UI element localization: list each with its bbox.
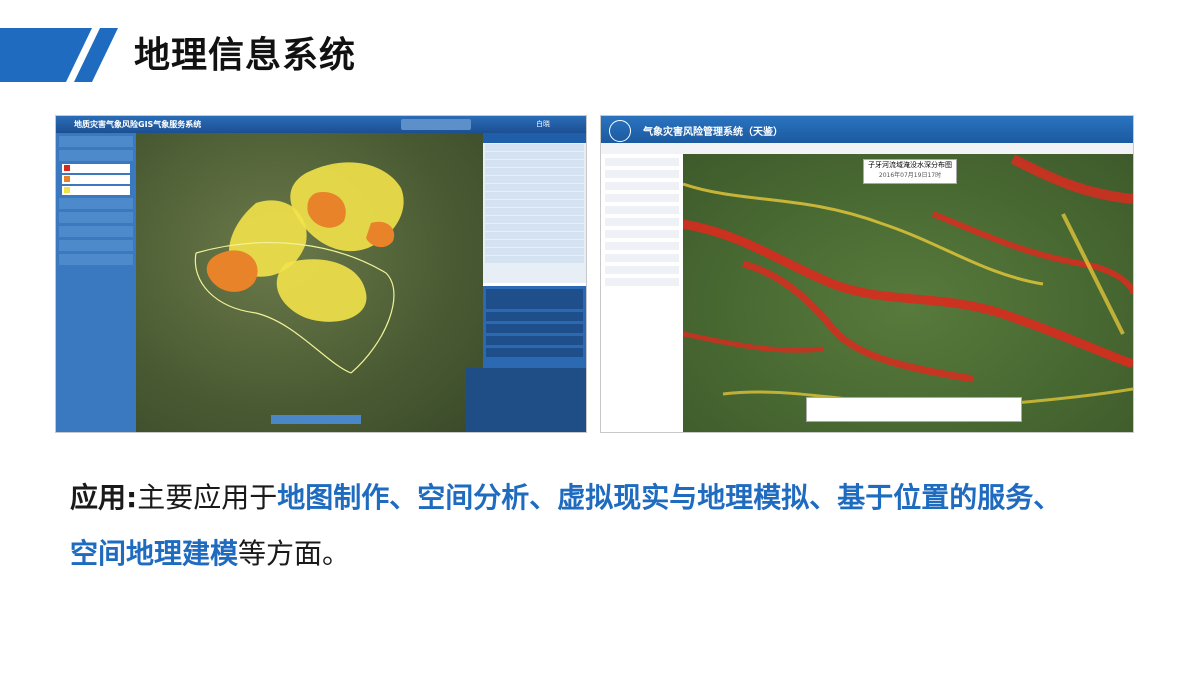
title-accent-bar <box>0 28 118 82</box>
description-highlight: 地图制作、空间分析、虚拟现实与地理模拟、基于位置的服务、 <box>277 481 1062 514</box>
legend-swatch-red <box>64 165 70 171</box>
app-header: 地质灾害气象风险GIS气象服务系统 白晓 <box>56 116 586 133</box>
slide-title: 地理信息系统 <box>134 35 357 76</box>
map-pager[interactable] <box>271 415 361 424</box>
table-row <box>485 248 584 255</box>
description-lead: 应用: <box>70 481 138 514</box>
sidebar-item[interactable] <box>605 266 679 274</box>
app-title: 气象灾害风险管理系统（天鉴） <box>643 127 783 138</box>
sidebar-item[interactable] <box>59 136 133 147</box>
legend-swatch-yellow <box>64 187 70 193</box>
table-row <box>485 256 584 263</box>
sidebar-item[interactable] <box>605 218 679 226</box>
weather-row <box>486 348 583 357</box>
sidebar-item[interactable] <box>59 240 133 251</box>
table-row <box>485 160 584 167</box>
flood-zones <box>682 154 1133 408</box>
table-row <box>485 184 584 191</box>
sidebar-item[interactable] <box>605 206 679 214</box>
weather-row <box>486 312 583 321</box>
table-row <box>485 224 584 231</box>
table-row <box>485 144 584 151</box>
description-text: 主要应用于 <box>137 481 278 514</box>
table-row <box>485 240 584 247</box>
risk-zones <box>194 162 404 374</box>
table-row <box>485 168 584 175</box>
sidebar-item[interactable] <box>605 242 679 250</box>
app-title: 地质灾害气象风险GIS气象服务系统 <box>74 120 202 129</box>
gis-system-screenshot-left: 地质灾害气象风险GIS气象服务系统 白晓 <box>55 115 587 433</box>
weather-panel <box>483 286 586 368</box>
map-caption-date: 2016年07月19日17时 <box>878 172 942 179</box>
sidebar-item[interactable] <box>605 194 679 202</box>
legend-item <box>62 164 130 173</box>
sea-area <box>466 368 586 432</box>
sidebar-item[interactable] <box>605 230 679 238</box>
sidebar-item[interactable] <box>59 254 133 265</box>
weather-row <box>486 289 583 309</box>
search-input[interactable] <box>401 119 471 130</box>
table-row <box>485 152 584 159</box>
application-description: 应用:主要应用于地图制作、空间分析、虚拟现实与地理模拟、基于位置的服务、空间地理… <box>70 470 1150 582</box>
table-row <box>485 208 584 215</box>
table-row <box>485 232 584 239</box>
description-text: 等方面。 <box>238 537 351 570</box>
time-slider[interactable] <box>806 397 1022 422</box>
panel-header <box>483 133 586 143</box>
table-row <box>485 200 584 207</box>
legend-item <box>62 186 130 195</box>
sidebar-item[interactable] <box>605 182 679 190</box>
weather-row <box>486 336 583 345</box>
legend-swatch-orange <box>64 176 70 182</box>
sidebar-item[interactable] <box>605 170 679 178</box>
warning-table-panel <box>483 133 586 283</box>
sidebar-item[interactable] <box>59 212 133 223</box>
table-row <box>485 216 584 223</box>
weather-row <box>486 324 583 333</box>
flood-depth-map[interactable] <box>682 154 1133 432</box>
gis-system-screenshot-right: 气象灾害风险管理系统（天鉴） 子牙河流域淹没水深分布图 2016年07月19日1… <box>600 115 1134 433</box>
risk-map[interactable] <box>136 133 483 432</box>
sidebar <box>56 133 136 432</box>
sidebar <box>601 154 684 432</box>
app-header: 气象灾害风险管理系统（天鉴） <box>601 116 1133 143</box>
sidebar-item[interactable] <box>59 226 133 237</box>
table-row <box>485 176 584 183</box>
table-row <box>485 192 584 199</box>
sidebar-item[interactable] <box>605 254 679 262</box>
sidebar-item[interactable] <box>605 158 679 166</box>
sidebar-item[interactable] <box>59 198 133 209</box>
map-caption: 子牙河流域淹没水深分布图 2016年07月19日17时 <box>863 159 957 184</box>
user-label: 白晓 <box>536 120 550 128</box>
map-caption-title: 子牙河流域淹没水深分布图 <box>868 161 952 169</box>
sidebar-item[interactable] <box>59 150 133 161</box>
sidebar-item[interactable] <box>605 278 679 286</box>
logo-icon <box>609 120 631 142</box>
description-highlight: 空间地理建模 <box>70 537 239 570</box>
legend-item <box>62 175 130 184</box>
